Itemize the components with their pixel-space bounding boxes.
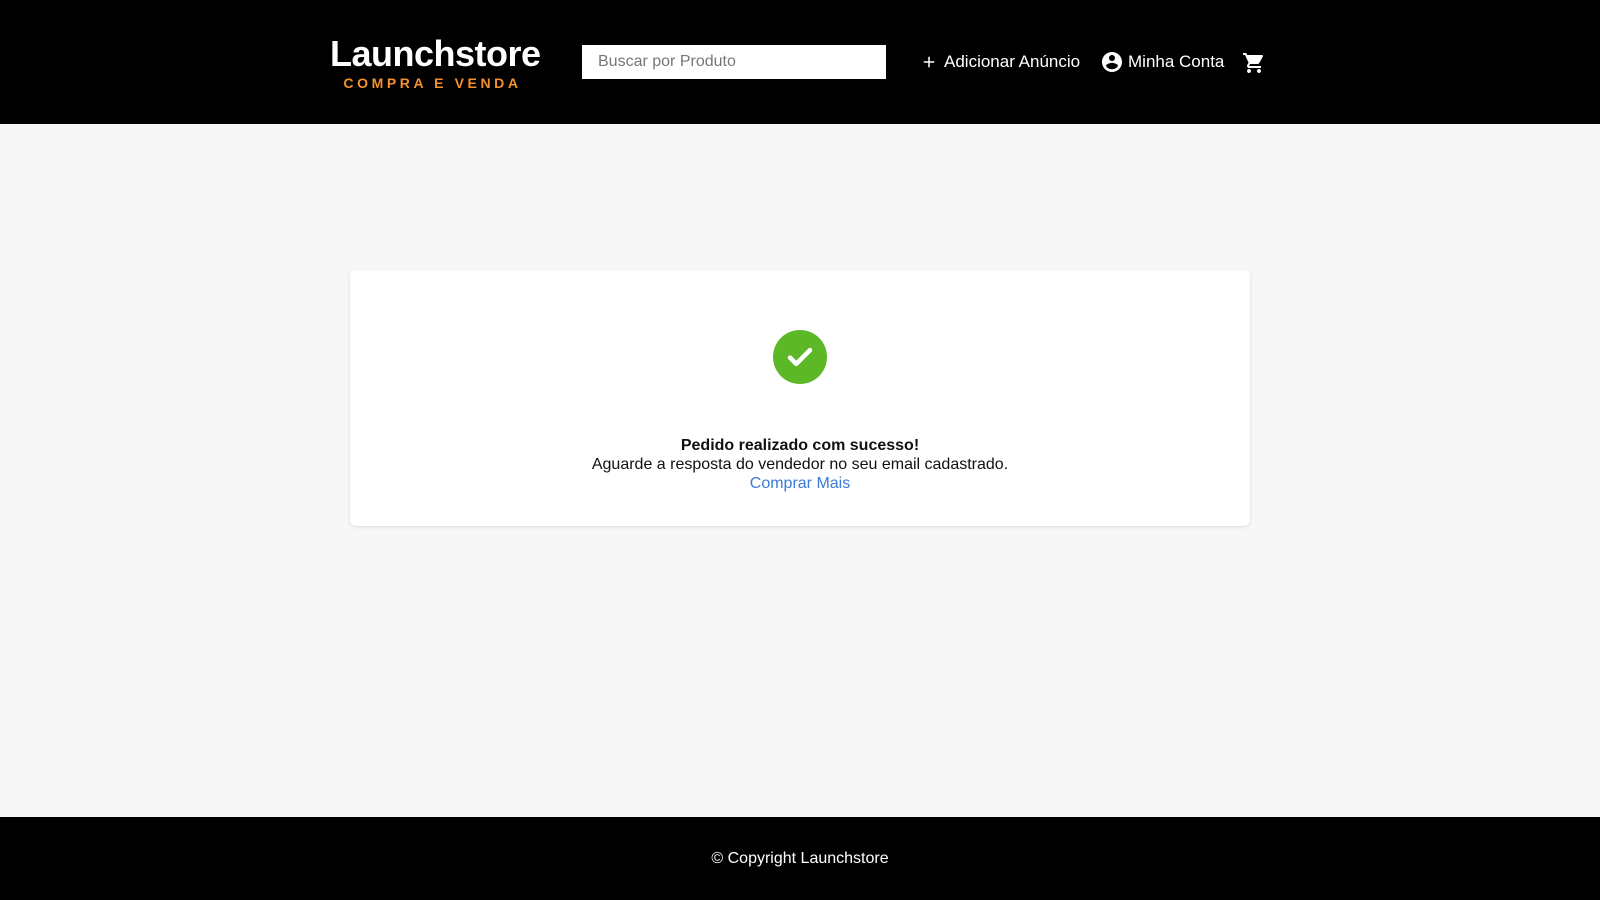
logo-subtitle: COMPRA E VENDA [343, 75, 522, 91]
order-success-card: Pedido realizado com sucesso! Aguarde a … [350, 270, 1250, 526]
success-text: Aguarde a resposta do vendedor no seu em… [591, 456, 1009, 473]
logo[interactable]: Launchstore COMPRA E VENDA [330, 33, 541, 92]
search-input[interactable] [582, 45, 886, 79]
copyright-text: © Copyright Launchstore [711, 849, 889, 867]
add-listing-label: Adicionar Anúncio [944, 52, 1081, 71]
my-account-link[interactable]: Minha Conta [1100, 48, 1224, 76]
add-listing-link[interactable]: Adicionar Anúncio [920, 48, 1080, 76]
account-circle-icon [1100, 50, 1124, 74]
cart-link[interactable] [1242, 49, 1266, 77]
site-footer: © Copyright Launchstore [0, 817, 1600, 900]
shopping-cart-icon [1242, 51, 1266, 75]
plus-icon [920, 53, 938, 71]
logo-title: Launchstore [330, 33, 541, 74]
site-header: Launchstore COMPRA E VENDA Adicionar Anú… [0, 0, 1600, 124]
success-title: Pedido realizado com sucesso! [680, 437, 920, 454]
buy-more-link[interactable]: Comprar Mais [750, 474, 850, 493]
check-circle-icon [773, 330, 827, 384]
my-account-label: Minha Conta [1128, 52, 1225, 71]
success-message: Pedido realizado com sucesso! Aguarde a … [350, 436, 1250, 493]
